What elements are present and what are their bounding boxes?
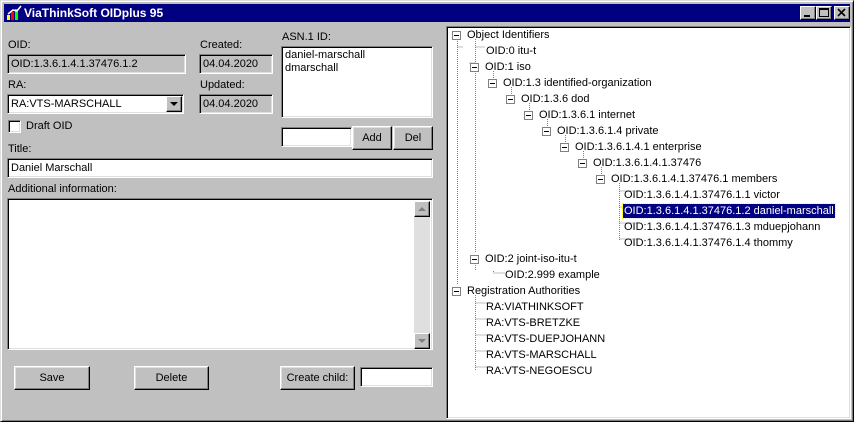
- ra-select[interactable]: RA:VTS-MARSCHALL: [7, 94, 184, 114]
- tree-node-label: OID:1.3.6.1.4.1.37476.1.1 victor: [624, 189, 780, 201]
- tree-node-label: OID:1.3 identified-organization: [503, 77, 652, 89]
- collapse-icon[interactable]: [506, 95, 515, 104]
- oid-tree[interactable]: Object Identifiers OID:0 itu-t OID:1 iso OI…: [446, 26, 851, 419]
- chevron-down-icon[interactable]: [166, 96, 182, 112]
- collapse-icon[interactable]: [524, 111, 533, 120]
- tree-node-label: OID:1.3.6.1.4 private: [557, 125, 659, 137]
- add-button[interactable]: Add: [352, 126, 392, 150]
- collapse-icon[interactable]: [452, 287, 461, 296]
- collapse-icon[interactable]: [452, 31, 461, 40]
- app-icon: [7, 5, 22, 20]
- vertical-scrollbar[interactable]: [414, 201, 430, 349]
- title-label: Title:: [8, 143, 32, 155]
- collapse-icon[interactable]: [560, 143, 569, 152]
- collapse-icon[interactable]: [596, 175, 605, 184]
- created-label: Created:: [200, 39, 243, 51]
- ra-label: RA:: [8, 79, 27, 91]
- oid-label: OID:: [8, 39, 31, 51]
- minimize-button[interactable]: [800, 6, 816, 20]
- tree-node-label: OID:1 iso: [485, 61, 531, 73]
- tree-node-label: OID:2 joint-iso-itu-t: [485, 253, 577, 265]
- maximize-button[interactable]: [816, 6, 832, 20]
- create-child-input[interactable]: [360, 367, 433, 387]
- collapse-icon[interactable]: [470, 255, 479, 264]
- tree-node-label: OID:1.3.6 dod: [521, 93, 590, 105]
- create-child-button[interactable]: Create child:: [280, 366, 355, 390]
- tree-node-label: OID:2.999 example: [505, 269, 600, 281]
- close-button[interactable]: [834, 6, 850, 20]
- tree-node-label: RA:VTS-BRETZKE: [486, 317, 581, 329]
- tree-node-label: Object Identifiers: [467, 29, 550, 41]
- maximize-icon: [819, 8, 829, 17]
- del-button[interactable]: Del: [393, 126, 433, 150]
- oid-field[interactable]: OID:1.3.6.1.4.1.37476.1.2: [7, 54, 186, 74]
- delete-button[interactable]: Delete: [134, 366, 209, 390]
- tree-node-label: Registration Authorities: [467, 285, 581, 297]
- updated-field[interactable]: 04.04.2020: [199, 94, 273, 114]
- tree-node-label: RA:VTS-DUEPJOHANN: [486, 333, 606, 345]
- ra-selected-value: RA:VTS-MARSCHALL: [11, 98, 122, 110]
- draft-label: Draft OID: [26, 120, 73, 132]
- asn1-item[interactable]: daniel-marschall: [285, 49, 429, 62]
- save-button[interactable]: Save: [14, 366, 90, 390]
- created-field[interactable]: 04.04.2020: [199, 54, 273, 74]
- collapse-icon[interactable]: [488, 79, 497, 88]
- additional-label: Additional information:: [8, 183, 117, 195]
- tree-node-label: OID:1.3.6.1.4.1 enterprise: [575, 141, 702, 153]
- tree-node-label: OID:1.3.6.1 internet: [539, 109, 635, 121]
- title-bar[interactable]: ViaThinkSoft OIDplus 95: [4, 4, 850, 22]
- collapse-icon[interactable]: [470, 63, 479, 72]
- asn1-label: ASN.1 ID:: [282, 31, 331, 43]
- collapse-icon[interactable]: [578, 159, 587, 168]
- tree-node-label: OID:1.3.6.1.4.1.37476.1.4 thommy: [624, 237, 793, 249]
- asn1-item[interactable]: dmarschall: [285, 62, 429, 75]
- tree-node-label: OID:1.3.6.1.4.1.37476.1.2 daniel-marscha…: [622, 203, 836, 219]
- scroll-up-icon[interactable]: [414, 201, 430, 217]
- asn1-list[interactable]: daniel-marschall dmarschall: [281, 46, 433, 118]
- draft-checkbox[interactable]: [8, 120, 21, 133]
- tree-node-label: RA:VTS-MARSCHALL: [486, 349, 597, 361]
- asn1-input[interactable]: [281, 127, 352, 147]
- tree-node-label: RA:VIATHINKSOFT: [486, 301, 584, 313]
- tree-node-label: OID:1.3.6.1.4.1.37476.1 members: [611, 173, 778, 185]
- tree-node-label: OID:1.3.6.1.4.1.37476.1.3 mduepjohann: [624, 221, 821, 233]
- window-title: ViaThinkSoft OIDplus 95: [24, 6, 164, 20]
- updated-label: Updated:: [200, 79, 245, 91]
- oidplus-window: ViaThinkSoft OIDplus 95 OID: OID:1.3.6.1…: [0, 0, 854, 422]
- scroll-down-icon[interactable]: [414, 333, 430, 349]
- additional-textarea[interactable]: [7, 198, 433, 350]
- tree-node-label: OID:1.3.6.1.4.1.37476: [593, 157, 702, 169]
- minimize-icon: [804, 15, 810, 17]
- collapse-icon[interactable]: [542, 127, 551, 136]
- tree-node-label: OID:0 itu-t: [486, 45, 537, 57]
- close-icon: [837, 8, 846, 17]
- title-input[interactable]: Daniel Marschall: [7, 158, 433, 178]
- tree-node-label: RA:VTS-NEGOESCU: [486, 365, 593, 377]
